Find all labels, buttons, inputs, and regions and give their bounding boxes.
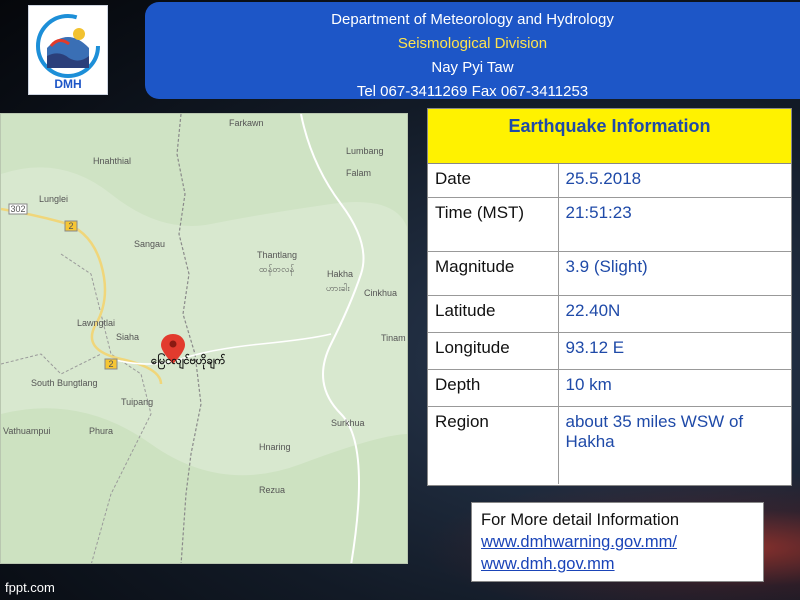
- header-department: Department of Meteorology and Hydrology: [331, 11, 614, 28]
- place-label: Hnahthial: [93, 156, 131, 166]
- place-label: South Bungtlang: [31, 378, 98, 388]
- table-row: Depth 10 km: [428, 369, 791, 407]
- row-value: 22.40N: [558, 295, 791, 333]
- place-label: Hakha: [327, 269, 353, 279]
- row-label: Region: [428, 406, 559, 484]
- department-header: Department of Meteorology and Hydrology …: [145, 2, 800, 100]
- place-label: Surkhua: [331, 418, 365, 428]
- place-label: Siaha: [116, 332, 139, 342]
- row-label: Time (MST): [428, 197, 559, 252]
- row-value: 93.12 E: [558, 332, 791, 370]
- logo-text: DMH: [54, 77, 81, 91]
- place-label: Lunglei: [39, 194, 68, 204]
- place-label: Vathuampui: [3, 426, 50, 436]
- table-row: Latitude 22.40N: [428, 295, 791, 333]
- place-label: Cinkhua: [364, 288, 397, 298]
- map-canvas: 302 2 2 Farkawn Lumbang Hnahthial Falam …: [1, 114, 407, 563]
- footer-credit: fppt.com: [5, 580, 55, 595]
- info-title: Earthquake Information: [428, 109, 791, 164]
- header-division: Seismological Division: [397, 35, 548, 52]
- place-label: Sangau: [134, 239, 165, 249]
- road-label: 2: [68, 221, 73, 231]
- place-label: ဟားခါး: [326, 283, 350, 293]
- dmh-logo: DMH: [28, 5, 108, 95]
- row-label: Latitude: [428, 295, 559, 333]
- row-label: Magnitude: [428, 251, 559, 296]
- row-value: 21:51:23: [558, 197, 791, 252]
- place-label: Rezua: [259, 485, 285, 495]
- row-value: about 35 miles WSW of Hakha: [565, 411, 744, 451]
- dmh-logo-icon: DMH: [36, 14, 100, 91]
- row-label: Depth: [428, 369, 559, 407]
- road-label: 302: [10, 204, 25, 214]
- info-table: Date 25.5.2018 Time (MST) 21:51:23 Magni…: [428, 164, 791, 484]
- place-label: Farkawn: [229, 118, 264, 128]
- place-label: Thantlang: [257, 250, 297, 260]
- table-row: Region about 35 miles WSW of Hakha: [428, 406, 791, 484]
- row-value: 3.9 (Slight): [558, 251, 791, 296]
- row-value: 25.5.2018: [558, 164, 791, 198]
- dmh-link[interactable]: www.dmh.gov.mm: [481, 553, 754, 575]
- place-label: Phura: [89, 426, 113, 436]
- more-info-heading: For More detail Information: [481, 511, 680, 529]
- earthquake-info-panel: Earthquake Information Date 25.5.2018 Ti…: [427, 108, 792, 486]
- epicenter-map: 302 2 2 Farkawn Lumbang Hnahthial Falam …: [0, 113, 408, 564]
- row-value: 10 km: [558, 369, 791, 407]
- table-row: Longitude 93.12 E: [428, 332, 791, 370]
- place-label: Falam: [346, 168, 371, 178]
- place-label: Tinam: [381, 333, 406, 343]
- more-info-box: For More detail Information www.dmhwarni…: [471, 502, 764, 582]
- row-label: Longitude: [428, 332, 559, 370]
- table-row: Magnitude 3.9 (Slight): [428, 251, 791, 296]
- table-row: Time (MST) 21:51:23: [428, 197, 791, 252]
- place-label: Tuipang: [121, 397, 153, 407]
- header-city: Nay Pyi Taw: [431, 59, 514, 76]
- table-row: Date 25.5.2018: [428, 164, 791, 198]
- place-label: Lumbang: [346, 146, 384, 156]
- dmhwarning-link[interactable]: www.dmhwarning.gov.mm/: [481, 531, 754, 553]
- place-label: Lawngtlai: [77, 318, 115, 328]
- row-label: Date: [428, 164, 559, 198]
- place-label: Hnaring: [259, 442, 291, 452]
- header-contact: Tel 067-3411269 Fax 067-3411253: [356, 83, 589, 100]
- road-label: 2: [108, 359, 113, 369]
